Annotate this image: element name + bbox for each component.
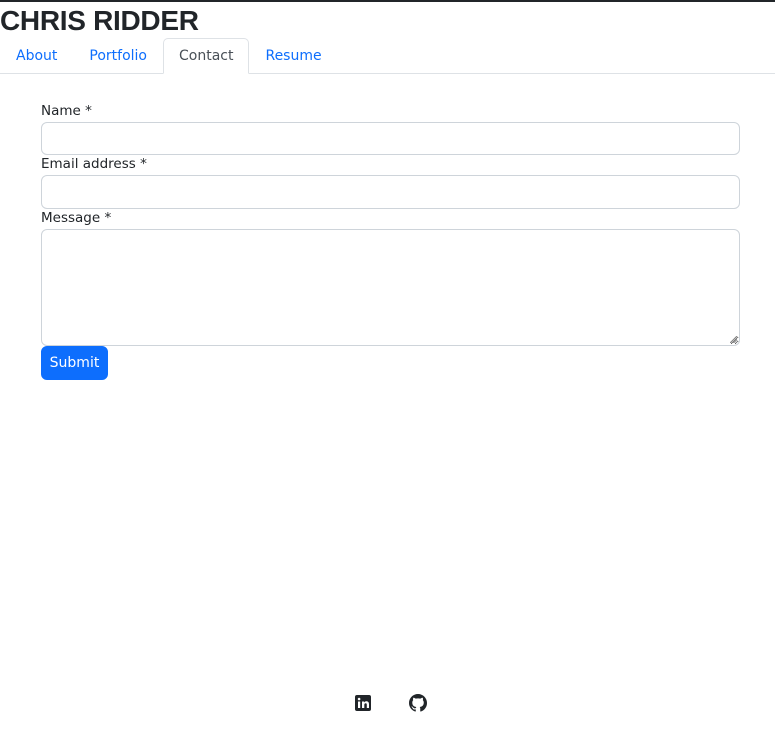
top-border	[0, 0, 775, 2]
nav-tabs: About Portfolio Contact Resume	[0, 38, 775, 74]
tab-portfolio[interactable]: Portfolio	[73, 38, 163, 74]
email-input[interactable]	[41, 175, 740, 209]
site-title: CHRIS RIDDER	[0, 5, 199, 36]
message-wrapper	[41, 229, 740, 346]
email-label: Email address *	[41, 156, 147, 172]
tab-contact[interactable]: Contact	[163, 38, 250, 74]
tab-resume[interactable]: Resume	[249, 38, 337, 74]
tab-about[interactable]: About	[0, 38, 73, 74]
message-textarea[interactable]	[41, 229, 740, 346]
name-input[interactable]	[41, 122, 740, 155]
github-icon[interactable]	[409, 694, 427, 712]
resize-handle[interactable]	[730, 336, 737, 343]
message-label: Message *	[41, 210, 112, 226]
linkedin-icon[interactable]	[354, 694, 372, 712]
name-label: Name *	[41, 103, 92, 119]
submit-button[interactable]: Submit	[41, 346, 108, 380]
footer-social-links	[354, 694, 427, 712]
